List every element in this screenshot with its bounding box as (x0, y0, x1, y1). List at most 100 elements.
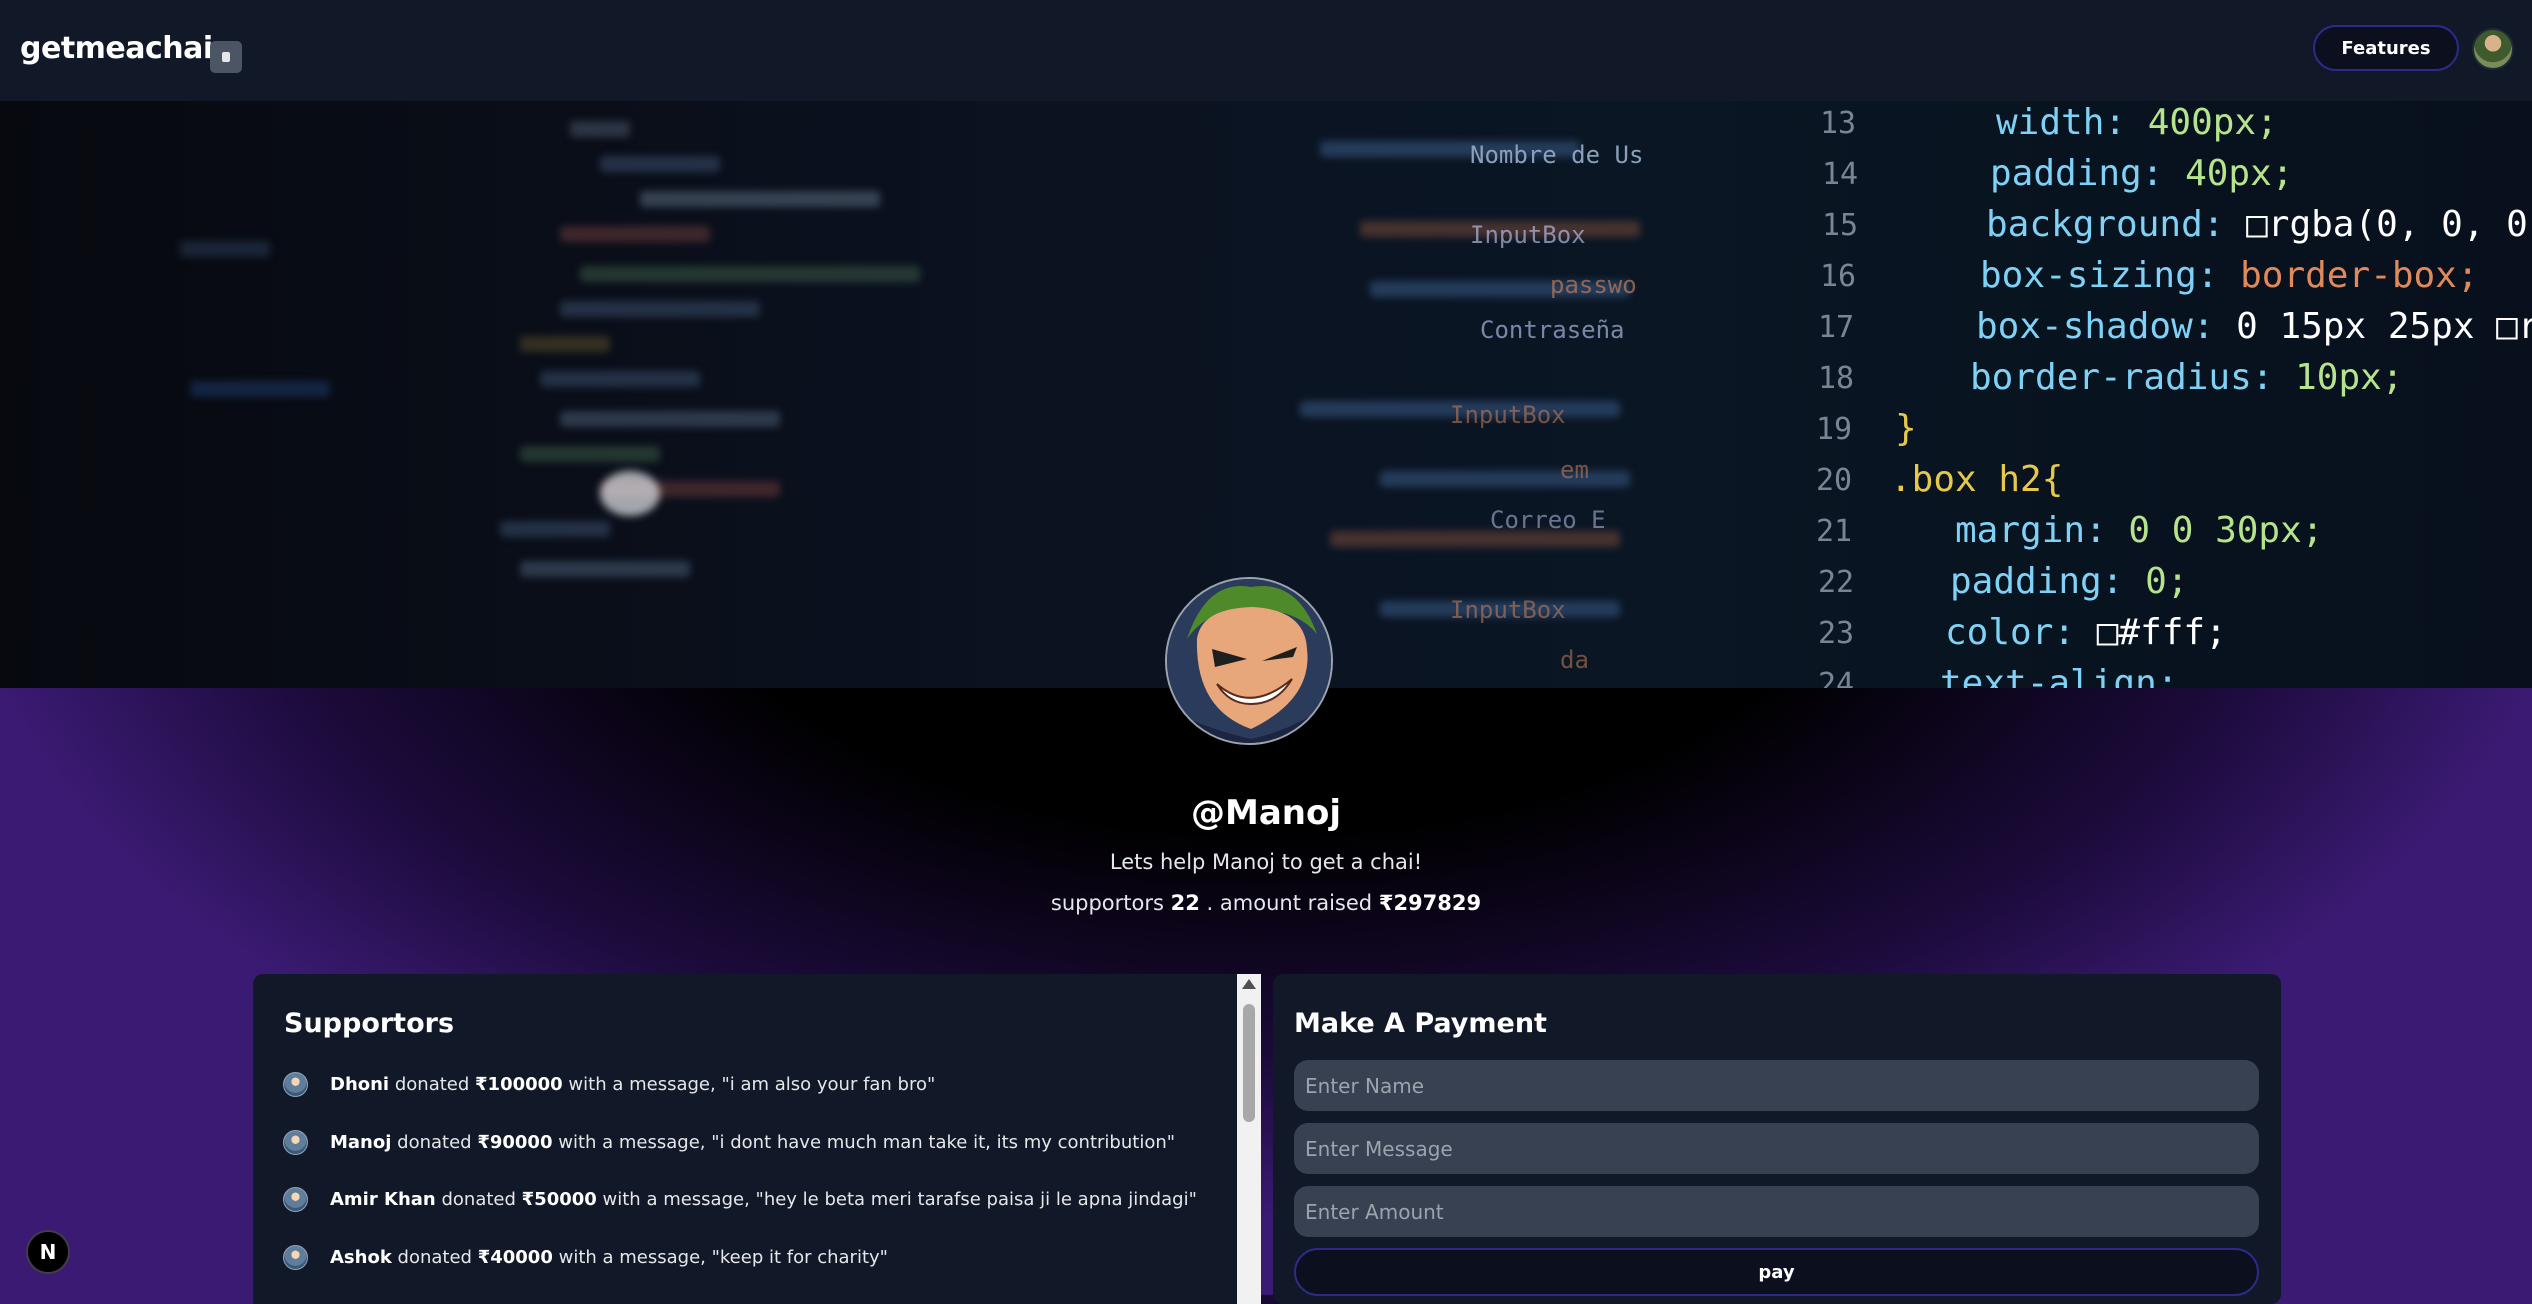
amount-input[interactable] (1294, 1186, 2259, 1237)
code-value: □#fff; (2075, 612, 2227, 653)
stats-amount-label: . amount raised (1206, 891, 1373, 915)
line-number: 23 (1818, 616, 1855, 651)
navbar: getmeachai Features (0, 0, 2532, 101)
donation-amount: ₹90000 (477, 1131, 553, 1153)
profile-tagline: Lets help Manoj to get a chai! (1109, 850, 1423, 874)
supporter-count: 22 (1170, 891, 1200, 915)
code-value: 0 0 30px; (2106, 510, 2324, 551)
donation-amount: ₹40000 (477, 1246, 553, 1268)
code-line: text-align: ... (1940, 663, 2265, 688)
line-number: 20 (1816, 463, 1853, 498)
code-property: box-sizing: (1980, 255, 2219, 296)
code-property: color: (1945, 612, 2076, 653)
donation-amount: ₹50000 (521, 1188, 597, 1210)
features-button[interactable]: Features (2313, 25, 2459, 71)
nextjs-dev-badge[interactable]: N (26, 1230, 70, 1274)
donated-label: donated (397, 1131, 472, 1153)
supporters-title: Supportors (284, 1008, 455, 1039)
code-property: box-shadow: (1976, 306, 2215, 347)
code-line: } (1895, 408, 1917, 449)
donated-label: donated (394, 1073, 470, 1095)
code-property: background: (1986, 204, 2225, 245)
payment-title: Make A Payment (1294, 1008, 1547, 1039)
supporter-item: Ashok donated ₹40000 with a message, "ke… (283, 1242, 888, 1272)
line-number: 14 (1822, 157, 1859, 192)
pay-button[interactable]: pay (1294, 1248, 2259, 1296)
code-line: padding: 0; (1950, 561, 2188, 602)
tea-cup-icon (210, 41, 242, 73)
supporter-item: Manoj donated ₹90000 with a message, "i … (283, 1127, 1175, 1157)
amount-raised: ₹297829 (1378, 891, 1482, 915)
code-value: border-box; (2218, 255, 2479, 296)
stats-supporters-label: supportors (1050, 891, 1164, 915)
profile-avatar-illustration (1167, 579, 1331, 743)
code-line: box-sizing: border-box; (1980, 255, 2479, 296)
code-property: .box h2{ (1890, 459, 2064, 500)
supporter-item: Amir Khan donated ₹50000 with a message,… (283, 1184, 1197, 1214)
code-value: 0 15px 25px □rg (2214, 306, 2532, 347)
code-property: text-align: (1940, 663, 2179, 688)
line-number: 21 (1816, 514, 1853, 549)
scroll-thumb[interactable] (1243, 1004, 1255, 1122)
code-fragment: InputBox (1450, 596, 1566, 624)
supporters-panel[interactable]: Supportors Dhoni donated ₹100000 with a … (253, 974, 1237, 1304)
donation-message: "hey le beta meri tarafse paisa ji le ap… (755, 1188, 1197, 1210)
donated-label: donated (397, 1246, 472, 1268)
line-number: 13 (1820, 106, 1857, 141)
message-prefix: with a message, (568, 1073, 716, 1095)
donation-message: "i dont have much man take it, its my co… (711, 1131, 1176, 1153)
code-value: ... (2178, 663, 2266, 688)
code-fragment: Correo E (1490, 506, 1606, 534)
code-property: } (1895, 408, 1917, 449)
message-prefix: with a message, (558, 1131, 706, 1153)
supporter-avatar (283, 1071, 308, 1097)
line-number: 17 (1818, 310, 1855, 345)
code-line: .box h2{ (1890, 459, 2063, 500)
supporter-avatar (283, 1186, 308, 1212)
code-value: □rgba(0, 0, 0, (2224, 204, 2532, 245)
code-fragment: Nombre de Us (1470, 141, 1644, 169)
message-prefix: with a message, (602, 1188, 750, 1210)
line-number: 19 (1816, 412, 1853, 447)
line-number: 22 (1818, 565, 1855, 600)
code-value: 0; (2123, 561, 2189, 602)
supporters-scrollbar[interactable] (1237, 974, 1261, 1304)
cover-blurred-code (0, 101, 1700, 688)
code-value: 400px; (2126, 102, 2278, 143)
code-line: background: □rgba(0, 0, 0, (1986, 204, 2532, 245)
supporter-avatar (283, 1129, 308, 1155)
code-property: padding: (1950, 561, 2124, 602)
donation-message: "i am also your fan bro" (721, 1073, 936, 1095)
user-avatar[interactable] (2472, 28, 2514, 70)
code-property: width: (1996, 102, 2127, 143)
code-property: margin: (1955, 510, 2107, 551)
code-line: border-radius: 10px; (1970, 357, 2403, 398)
code-fragment: em (1560, 456, 1589, 484)
supporter-name: Amir Khan (330, 1188, 436, 1210)
message-input[interactable] (1294, 1123, 2259, 1174)
profile-username: @Manoj (1191, 793, 1341, 833)
logo-text[interactable]: getmeachai (20, 31, 213, 66)
line-number: 24 (1818, 667, 1855, 688)
code-fragment: passwo (1550, 271, 1637, 299)
supporter-item: Dhoni donated ₹100000 with a message, "i… (283, 1069, 935, 1099)
donation-message: "keep it for charity" (711, 1246, 888, 1268)
code-value: 10px; (2273, 357, 2404, 398)
code-value: 40px; (2163, 153, 2294, 194)
code-line: margin: 0 0 30px; (1955, 510, 2323, 551)
supporter-name: Ashok (330, 1246, 392, 1268)
code-fragment: Contraseña (1480, 316, 1625, 344)
scroll-up-arrow-icon[interactable] (1242, 979, 1256, 989)
code-fragment: InputBox (1470, 221, 1586, 249)
code-line: padding: 40px; (1990, 153, 2293, 194)
name-input[interactable] (1294, 1060, 2259, 1111)
line-number: 16 (1820, 259, 1857, 294)
line-number: 18 (1818, 361, 1855, 396)
code-line: color: □#fff; (1945, 612, 2227, 653)
donation-amount: ₹100000 (475, 1073, 563, 1095)
code-fragment: da (1560, 646, 1589, 674)
code-fragment: InputBox (1450, 401, 1566, 429)
profile-stats: supportors 22 . amount raised ₹297829 (0, 891, 2532, 915)
line-number: 15 (1822, 208, 1859, 243)
supporter-name: Manoj (330, 1131, 392, 1153)
